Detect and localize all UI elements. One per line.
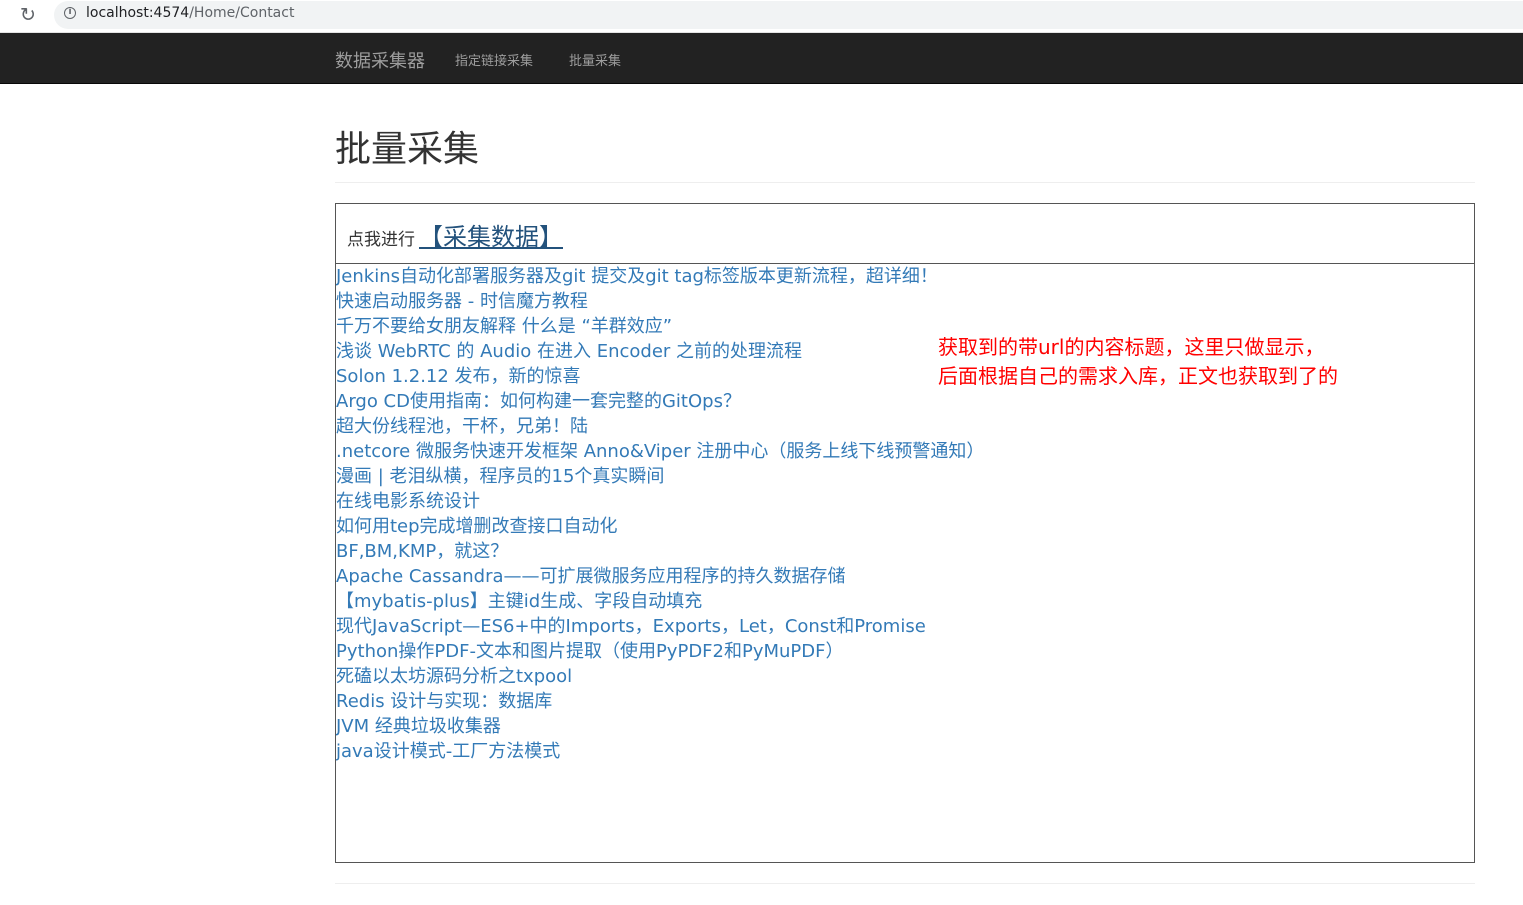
result-item[interactable]: 如何用tep完成增删改查接口自动化: [336, 514, 984, 539]
nav-link-batch-collect[interactable]: 批量采集: [569, 50, 621, 69]
result-item[interactable]: 浅谈 WebRTC 的 Audio 在进入 Encoder 之前的处理流程: [336, 339, 984, 364]
page-title: 批量采集: [335, 129, 480, 170]
collect-action-panel: 点我进行 【采集数据】: [335, 203, 1475, 264]
results-list: Jenkins自动化部署服务器及git 提交及git tag标签版本更新流程，超…: [336, 264, 984, 764]
result-item[interactable]: 【mybatis-plus】主键id生成、字段自动填充: [336, 589, 984, 614]
browser-address-bar: › ↻ i localhost:4574/Home/Contact: [0, 0, 1523, 33]
reload-icon[interactable]: ↻: [20, 4, 36, 26]
result-item[interactable]: .netcore 微服务快速开发框架 Anno&Viper 注册中心（服务上线下…: [336, 439, 984, 464]
top-navbar: 数据采集器 指定链接采集 批量采集: [0, 33, 1523, 84]
url-field[interactable]: i localhost:4574/Home/Contact: [54, 1, 1523, 29]
result-item[interactable]: Argo CD使用指南：如何构建一套完整的GitOps？: [336, 389, 984, 414]
result-item[interactable]: java设计模式-工厂方法模式: [336, 739, 984, 764]
result-item[interactable]: Solon 1.2.12 发布，新的惊喜: [336, 364, 984, 389]
divider-top: [335, 182, 1475, 183]
action-prefix-text: 点我进行: [347, 230, 415, 250]
nav-link-specified-url[interactable]: 指定链接采集: [455, 50, 533, 69]
annotation-line-1: 获取到的带url的内容标题，这里只做显示，: [938, 335, 1325, 359]
annotation-note: 获取到的带url的内容标题，这里只做显示， 后面根据自己的需求入库，正文也获取到…: [938, 333, 1458, 391]
forward-icon[interactable]: ›: [0, 4, 1, 25]
result-item[interactable]: JVM 经典垃圾收集器: [336, 714, 984, 739]
result-item[interactable]: 漫画 | 老泪纵横，程序员的15个真实瞬间: [336, 464, 984, 489]
result-item[interactable]: 现代JavaScript—ES6+中的Imports，Exports，Let，C…: [336, 614, 984, 639]
result-item[interactable]: 在线电影系统设计: [336, 489, 984, 514]
collect-data-link[interactable]: 【采集数据】: [419, 217, 563, 252]
result-item[interactable]: BF,BM,KMP，就这？: [336, 539, 984, 564]
site-info-icon[interactable]: i: [64, 7, 76, 19]
result-item[interactable]: Jenkins自动化部署服务器及git 提交及git tag标签版本更新流程，超…: [336, 264, 984, 289]
result-item[interactable]: 超大份线程池，干杯，兄弟！陆: [336, 414, 984, 439]
result-item[interactable]: 死磕以太坊源码分析之txpool: [336, 664, 984, 689]
url-path: /Home/Contact: [189, 5, 295, 21]
url-text: localhost:4574/Home/Contact: [86, 5, 294, 21]
result-item[interactable]: Python操作PDF-文本和图片提取（使用PyPDF2和PyMuPDF）: [336, 639, 984, 664]
navbar-brand[interactable]: 数据采集器: [335, 47, 425, 73]
result-item[interactable]: Redis 设计与实现：数据库: [336, 689, 984, 714]
result-item[interactable]: 快速启动服务器 - 时信魔方教程: [336, 289, 984, 314]
result-item[interactable]: Apache Cassandra——可扩展微服务应用程序的持久数据存储: [336, 564, 984, 589]
result-item[interactable]: 千万不要给女朋友解释 什么是 “羊群效应”: [336, 314, 984, 339]
url-host: localhost:4574: [86, 5, 190, 21]
annotation-line-2: 后面根据自己的需求入库，正文也获取到了的: [938, 364, 1338, 388]
divider-bottom: [335, 883, 1475, 884]
